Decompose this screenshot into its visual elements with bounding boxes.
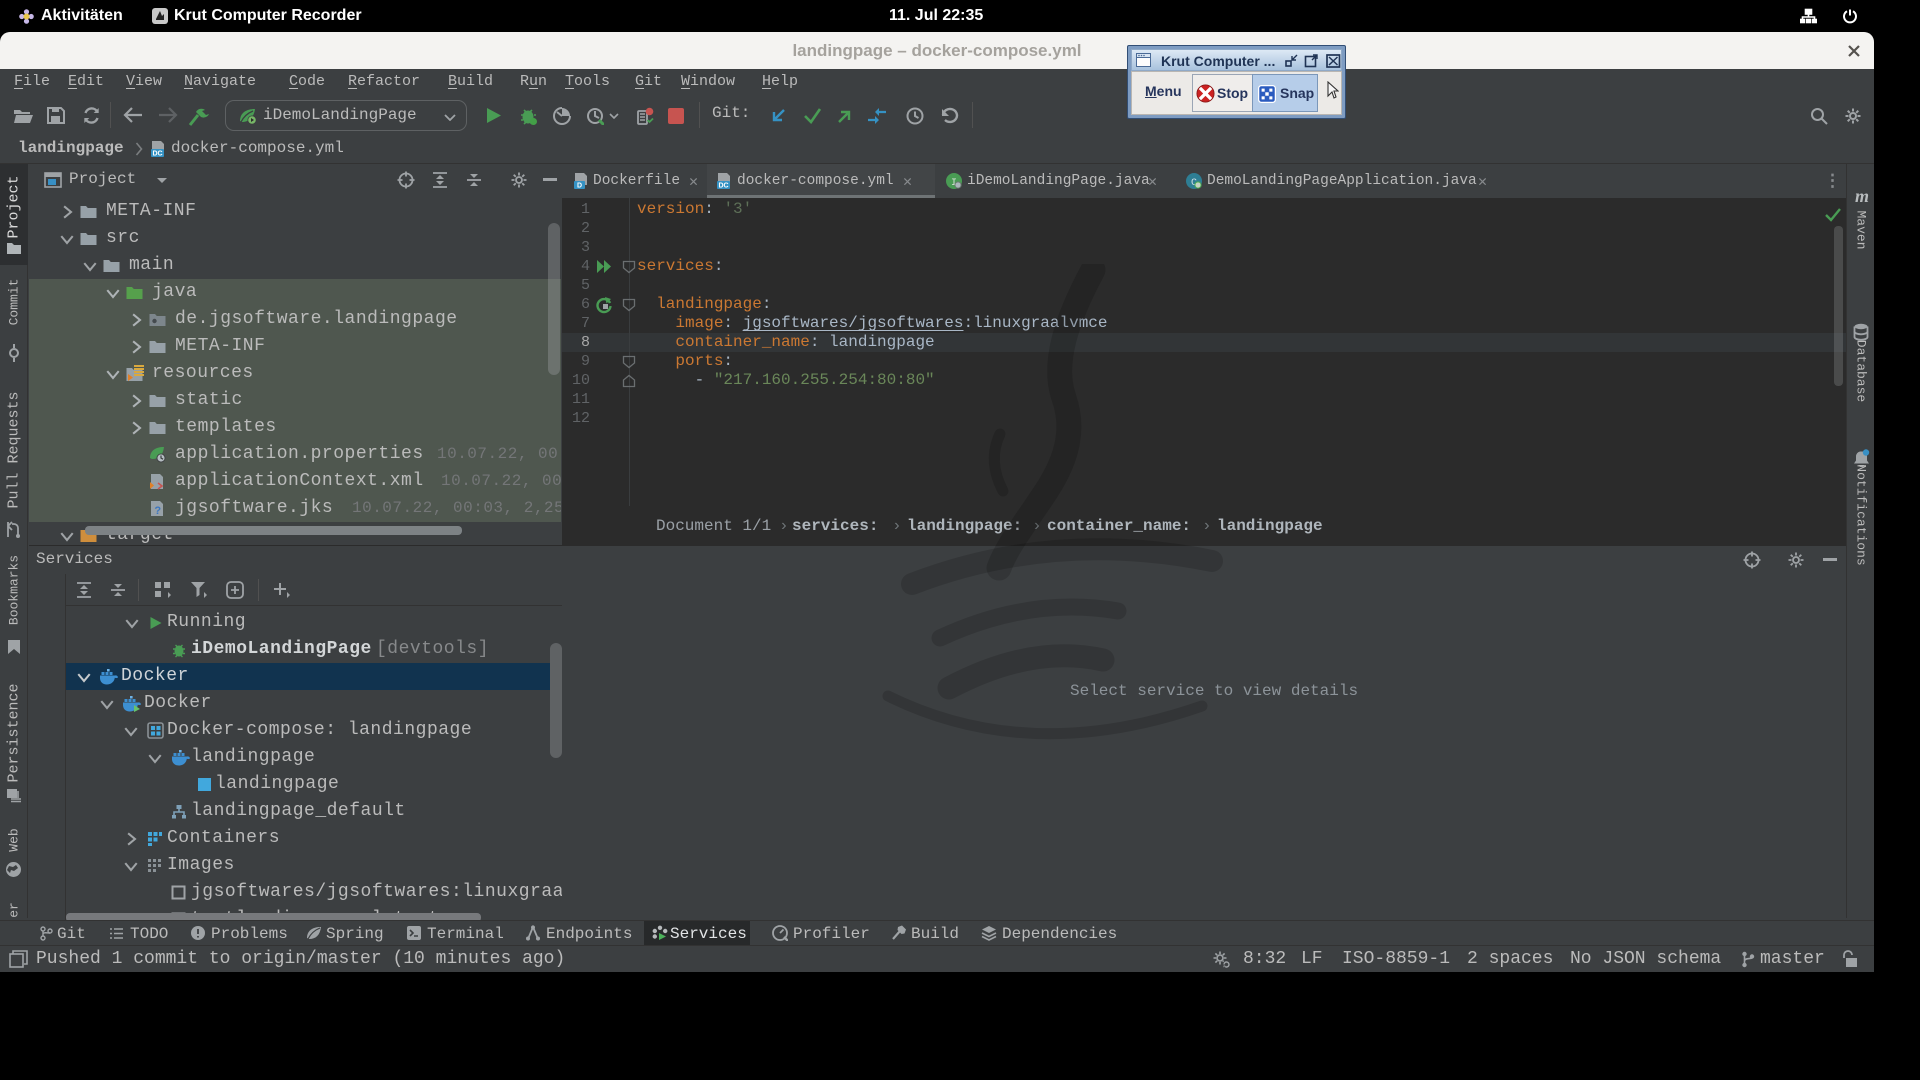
svg-text:?: ? (154, 505, 161, 517)
svg-text:DC: DC (718, 183, 728, 190)
svg-text:DC: DC (152, 151, 162, 158)
svg-text:D: D (577, 183, 582, 190)
